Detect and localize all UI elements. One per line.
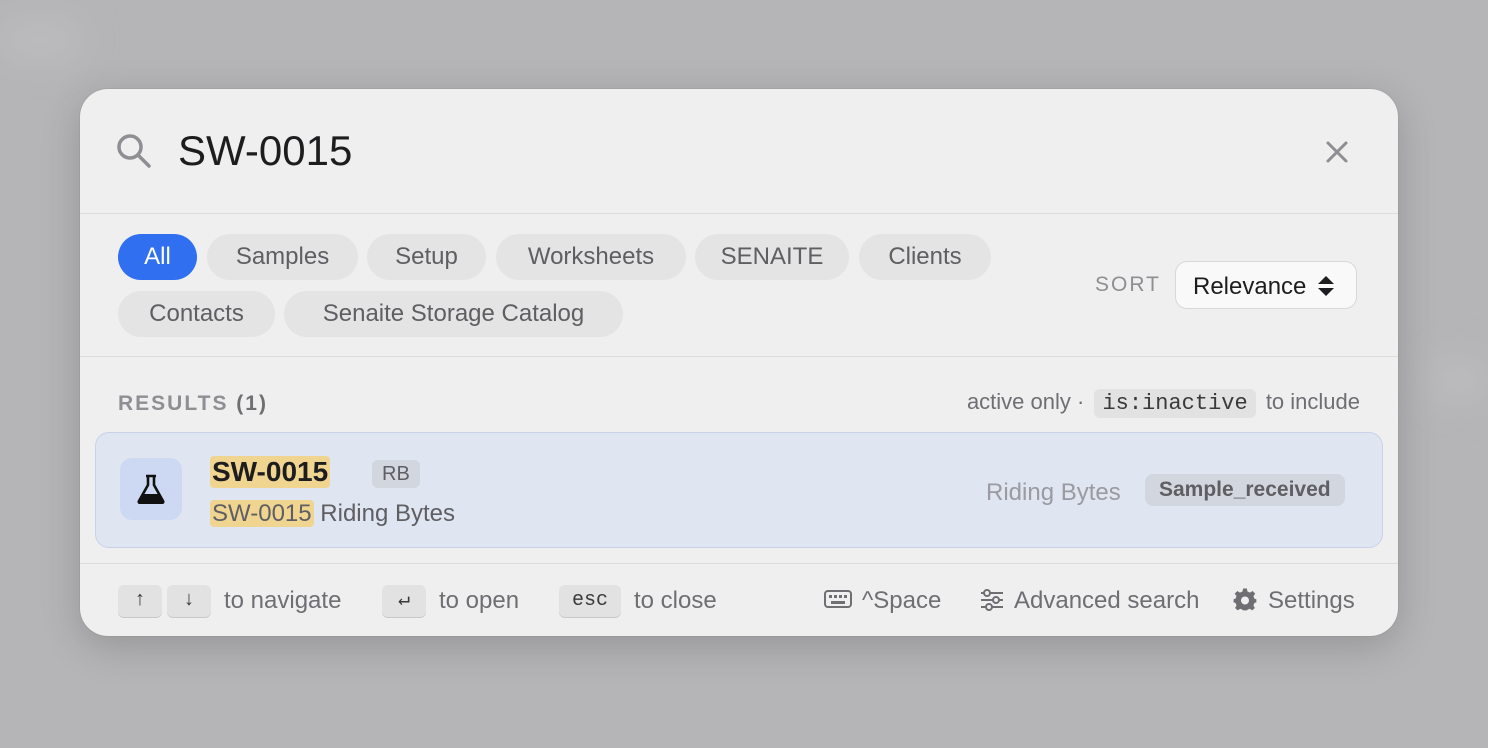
down-key: ↓ (167, 585, 211, 617)
advanced-search-link[interactable]: Advanced search (979, 587, 1199, 615)
hint-suffix: to include (1265, 389, 1360, 414)
shortcut-link[interactable]: ^Space (824, 587, 941, 615)
divider (80, 356, 1398, 357)
result-item[interactable]: SW-0015 RB SW-0015 Riding Bytes Riding B… (95, 432, 1383, 548)
shortcut-label: ^Space (862, 587, 942, 614)
advanced-search-label: Advanced search (1014, 587, 1200, 614)
search-input[interactable] (178, 125, 1278, 177)
status-badge: Sample_received (1145, 474, 1345, 506)
results-count: (1) (236, 392, 268, 415)
sort-dropdown[interactable]: Relevance (1175, 261, 1357, 309)
result-badge: RB (372, 460, 420, 488)
result-client: Riding Bytes (986, 479, 1121, 506)
filter-chip-contacts[interactable]: Contacts (118, 291, 275, 337)
hint-prefix: active only · (966, 389, 1085, 414)
result-title: SW-0015 (210, 456, 331, 488)
sort-label: SORT (1095, 273, 1161, 296)
navigate-hint: to navigate (224, 587, 342, 614)
filter-chip-samples[interactable]: Samples (207, 234, 358, 280)
inactive-hint: active only · is:inactive to include (966, 389, 1360, 418)
filter-chip-clients[interactable]: Clients (859, 234, 991, 280)
result-subtitle-text: Riding Bytes (313, 500, 456, 527)
settings-label: Settings (1268, 587, 1355, 614)
filter-chip-setup[interactable]: Setup (367, 234, 486, 280)
results-heading: RESULTS (1) (118, 392, 268, 416)
sort-arrows-icon (1317, 275, 1335, 297)
filter-chip-senaite-storage-catalog[interactable]: Senaite Storage Catalog (284, 291, 623, 337)
filter-chip-all[interactable]: All (118, 234, 197, 280)
divider (80, 213, 1398, 214)
up-key: ↑ (118, 585, 162, 617)
flask-icon (120, 458, 182, 520)
settings-link[interactable]: Settings (1233, 587, 1355, 615)
search-row (80, 89, 1398, 213)
search-dialog: All Samples Setup Worksheets SENAITE Cli… (80, 89, 1398, 636)
result-subtitle-id: SW-0015 (210, 500, 314, 527)
keyboard-icon (824, 590, 852, 608)
results-label: RESULTS (118, 392, 229, 415)
gear-icon (1233, 588, 1257, 611)
esc-key: esc (559, 585, 621, 617)
close-icon[interactable] (1322, 137, 1352, 167)
result-subtitle: SW-0015 Riding Bytes (210, 500, 455, 528)
footer: ↑ ↓ to navigate ↵ to open esc to close ^… (80, 563, 1398, 636)
enter-key: ↵ (382, 585, 426, 617)
sort-value: Relevance (1193, 273, 1307, 300)
filter-chip-senaite[interactable]: SENAITE (695, 234, 849, 280)
close-hint: to close (634, 587, 717, 614)
search-icon (116, 133, 152, 169)
filter-chip-worksheets[interactable]: Worksheets (496, 234, 686, 280)
open-hint: to open (439, 587, 520, 614)
hint-code: is:inactive (1094, 389, 1256, 418)
sliders-icon (981, 589, 1003, 611)
